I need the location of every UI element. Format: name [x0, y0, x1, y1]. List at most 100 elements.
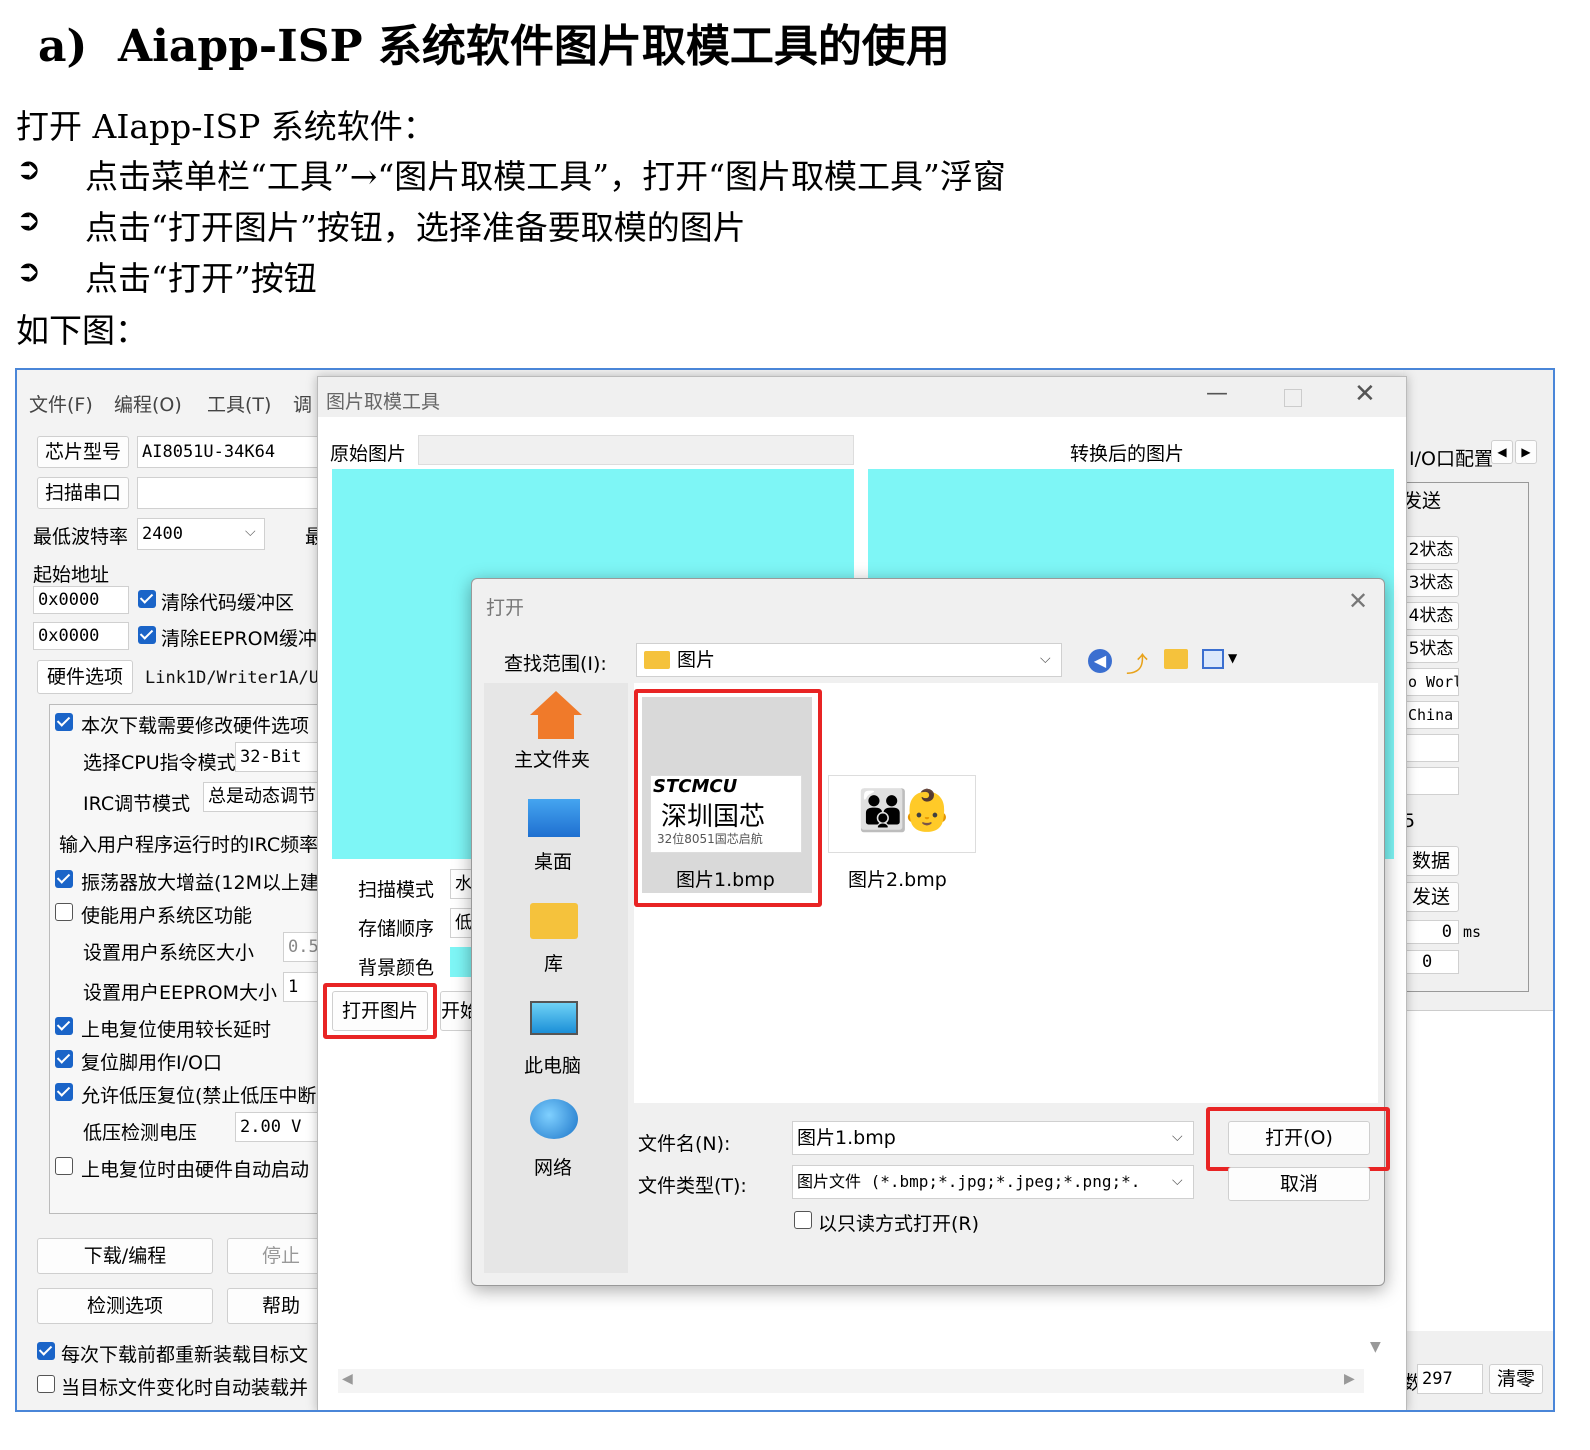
- close-icon[interactable]: ✕: [1354, 379, 1376, 409]
- tab-scroll-right-icon[interactable]: ▶: [1515, 440, 1537, 464]
- check-options-button[interactable]: 检测选项: [37, 1288, 213, 1324]
- clear-code-checkbox[interactable]: [138, 590, 156, 608]
- data-button[interactable]: 数据: [1403, 846, 1459, 876]
- menu-file[interactable]: 文件(F): [29, 390, 93, 417]
- state-4-button[interactable]: 4状态: [1403, 602, 1459, 630]
- view-menu-icon[interactable]: [1202, 649, 1224, 669]
- outro-text: 如下图：: [16, 311, 148, 350]
- home-folder-icon[interactable]: [530, 691, 582, 715]
- chip-type-button[interactable]: 芯片型号: [37, 436, 129, 468]
- auto-load-checkbox[interactable]: [37, 1375, 55, 1393]
- user-sys-label: 使能用户系统区功能: [81, 905, 253, 927]
- up-folder-icon[interactable]: ⤴: [1126, 647, 1148, 679]
- port-field[interactable]: [137, 477, 327, 509]
- place-library[interactable]: 库: [544, 949, 563, 976]
- clear-button[interactable]: 清零: [1489, 1364, 1543, 1394]
- interval-field[interactable]: 0: [1403, 920, 1459, 944]
- reset-io-checkbox[interactable]: [55, 1050, 73, 1068]
- irc-mode-select[interactable]: 总是动态调节: [203, 782, 335, 812]
- dialog-close-icon[interactable]: ✕: [1348, 587, 1368, 615]
- desktop-icon[interactable]: [528, 799, 580, 837]
- send-button[interactable]: 发送: [1403, 882, 1459, 912]
- text-field-china[interactable]: China: [1403, 701, 1459, 729]
- highlight-selected-file: [634, 689, 822, 907]
- readonly-checkbox[interactable]: [794, 1211, 812, 1229]
- cancel-button[interactable]: 取消: [1228, 1167, 1370, 1201]
- filename-input[interactable]: 图片1.bmp: [792, 1121, 1194, 1155]
- view-dropdown-icon[interactable]: ▼: [1228, 651, 1237, 665]
- download-button[interactable]: 下载/编程: [37, 1238, 213, 1274]
- tool-title: 图片取模工具: [326, 391, 441, 413]
- look-in-select[interactable]: 图片: [636, 643, 1062, 677]
- long-delay-label: 上电复位使用较长延时: [81, 1019, 272, 1041]
- chevron-down-icon: ⌵: [1172, 1129, 1183, 1145]
- scroll-down-icon[interactable]: ▼: [1370, 1339, 1381, 1355]
- section-heading: a) Aiapp-ISP 系统软件图片取模工具的使用: [38, 10, 950, 74]
- long-delay-checkbox[interactable]: [55, 1017, 73, 1035]
- reload-checkbox[interactable]: [37, 1342, 55, 1360]
- state-2-button[interactable]: 2状态: [1403, 536, 1459, 564]
- low-volt-label: 允许低压复位(禁止低压中断: [81, 1085, 317, 1107]
- step-1: 点击菜单栏“工具”→“图片取模工具”，打开“图片取模工具”浮窗: [85, 157, 1006, 196]
- new-folder-icon[interactable]: [1164, 649, 1188, 669]
- state-5-button[interactable]: 5状态: [1403, 635, 1459, 663]
- scroll-right-icon[interactable]: ▶: [1344, 1371, 1355, 1387]
- osc-gain-label: 振荡器放大增益(12M以上建: [81, 872, 319, 894]
- irc-mode-label: IRC调节模式: [83, 793, 191, 815]
- tool-titlebar: [318, 377, 1406, 417]
- chip-type-field[interactable]: AI8051U-34K64: [137, 436, 327, 468]
- irc-freq-label: 输入用户程序运行时的IRC频率: [59, 834, 319, 856]
- network-icon[interactable]: [530, 1099, 578, 1139]
- minimize-icon[interactable]: —: [1206, 381, 1228, 406]
- reload-label: 每次下载前都重新装载目标文: [61, 1344, 309, 1366]
- menu-debug[interactable]: 调: [293, 390, 312, 417]
- text-field-empty-2[interactable]: [1403, 767, 1459, 795]
- clear-code-label: 清除代码缓冲区: [161, 592, 295, 614]
- text-field-empty-1[interactable]: [1403, 734, 1459, 762]
- library-icon[interactable]: [530, 903, 578, 939]
- screenshot-figure: 文件(F) 编程(O) 工具(T) 调 芯片型号 AI8051U-34K64 扫…: [15, 368, 1555, 1412]
- addr-field-1[interactable]: 0x0000: [33, 586, 129, 614]
- right-zero-field[interactable]: 0: [1403, 950, 1459, 974]
- tab-hardware[interactable]: 硬件选项: [37, 660, 133, 694]
- state-3-button[interactable]: 3状态: [1403, 569, 1459, 597]
- chevron-down-icon: ⌵: [1040, 651, 1051, 667]
- clear-eeprom-label: 清除EEPROM缓冲区: [161, 628, 337, 650]
- place-this-pc[interactable]: 此电脑: [524, 1051, 581, 1078]
- scan-mode-label: 扫描模式: [358, 879, 435, 901]
- scan-port-button[interactable]: 扫描串口: [37, 477, 129, 509]
- tab-scroll-left-icon[interactable]: ◀: [1491, 440, 1513, 464]
- horizontal-scrollbar[interactable]: [338, 1369, 1364, 1393]
- eeprom-size-label: 设置用户EEPROM大小: [83, 982, 278, 1004]
- orig-path-field: [418, 435, 854, 465]
- tab-link[interactable]: Link1D/Writer1A/U8: [145, 668, 329, 688]
- dialog-title: 打开: [486, 597, 525, 619]
- bg-color-label: 背景颜色: [358, 957, 435, 979]
- right-output-area: [1403, 1010, 1553, 1331]
- hw-auto-label: 上电复位时由硬件自动启动: [81, 1159, 310, 1181]
- menu-program[interactable]: 编程(O): [114, 390, 182, 417]
- io-config-tab[interactable]: I/O口配置: [1409, 444, 1493, 471]
- back-icon[interactable]: ◀: [1088, 649, 1112, 673]
- file-name-2[interactable]: 图片2.bmp: [848, 865, 947, 892]
- clear-eeprom-checkbox[interactable]: [138, 626, 156, 644]
- osc-gain-checkbox[interactable]: [55, 870, 73, 888]
- filetype-select[interactable]: 图片文件 (*.bmp;*.jpg;*.jpeg;*.png;*.: [792, 1165, 1194, 1199]
- low-volt-checkbox[interactable]: [55, 1083, 73, 1101]
- menu-tools[interactable]: 工具(T): [207, 390, 271, 417]
- maximize-icon[interactable]: [1284, 389, 1302, 407]
- store-order-label: 存储顺序: [358, 918, 435, 940]
- hw-auto-checkbox[interactable]: [55, 1157, 73, 1175]
- intro-text: 打开 AIapp-ISP 系统软件：: [16, 107, 436, 146]
- chevron-down-icon: ⌵: [245, 524, 256, 540]
- text-field-world[interactable]: o Worl: [1403, 668, 1459, 696]
- computer-icon[interactable]: [530, 1001, 578, 1035]
- user-sys-checkbox[interactable]: [55, 903, 73, 921]
- addr-field-2[interactable]: 0x0000: [33, 622, 129, 650]
- scroll-left-icon[interactable]: ◀: [342, 1371, 353, 1387]
- place-desktop[interactable]: 桌面: [534, 847, 572, 874]
- modify-hw-checkbox[interactable]: [55, 713, 73, 731]
- family-image-icon[interactable]: 👪👶: [828, 775, 976, 853]
- place-home[interactable]: 主文件夹: [514, 745, 590, 772]
- place-network[interactable]: 网络: [534, 1153, 572, 1180]
